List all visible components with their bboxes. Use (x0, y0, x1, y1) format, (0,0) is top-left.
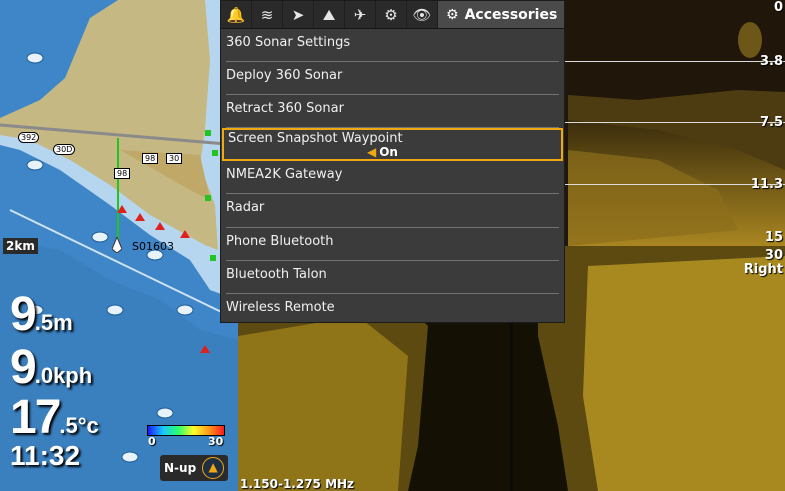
speed-unit: kph (53, 363, 93, 388)
menu-item-label: Bluetooth Talon (226, 266, 327, 282)
waypoint-label: S01603 (132, 240, 174, 253)
menu-item-label: Deploy 360 Sonar (226, 68, 343, 84)
orientation-label: N-up (164, 461, 197, 475)
temperature-value: 17 (10, 391, 61, 444)
depth-value: 9 (10, 288, 37, 341)
road-label: 98 (142, 153, 159, 164)
side-range-label: 30 (764, 248, 783, 263)
menu-item-nmea2k-gateway[interactable]: NMEA2K Gateway (226, 161, 559, 195)
menu-item-bluetooth-talon[interactable]: Bluetooth Talon (226, 261, 559, 294)
temperature-legend-min: 0 (148, 435, 156, 448)
road-label: 30D (53, 144, 76, 155)
menu-item-value[interactable]: ◀ On (367, 145, 398, 159)
menu-item-label: Retract 360 Sonar (226, 101, 344, 117)
road-label: 30 (166, 153, 183, 164)
menu-item-label: Phone Bluetooth (226, 233, 334, 249)
menu-item-phone-bluetooth[interactable]: Phone Bluetooth (226, 228, 559, 261)
menu-item-retract-360-sonar[interactable]: Retract 360 Sonar (226, 95, 559, 129)
menu-tab-bar: 🔔 ≋ ➤ ⛰ ✈ ⚙ 👁 ⚙ Accessories (221, 1, 564, 29)
alarm-bell-icon[interactable]: 🔔 (221, 1, 252, 28)
depth-scale-label: 0 (773, 0, 783, 15)
tab-accessories-label: Accessories (464, 6, 558, 23)
depth-unit: m (53, 310, 73, 335)
menu-item-360-sonar-settings[interactable]: 360 Sonar Settings (226, 29, 559, 63)
speed-value: 9 (10, 341, 37, 394)
time-readout: 11:32 (10, 440, 81, 471)
road-label: 392 (18, 132, 40, 143)
menu-item-wireless-remote[interactable]: Wireless Remote (226, 294, 559, 327)
chart-view[interactable]: 2km S01603 392 30D 98 30 98 9.5m 9.0kph … (0, 0, 238, 491)
tab-accessories[interactable]: ⚙ Accessories (438, 1, 564, 28)
depth-decimal: .5 (34, 310, 54, 335)
temperature-readout: 17.5°c (10, 390, 99, 445)
temperature-legend-max: 30 (208, 435, 224, 448)
left-arrow-icon[interactable]: ◀ (367, 145, 376, 159)
chart-scale: 2km (3, 238, 38, 254)
speed-readout: 9.0kph (10, 340, 92, 395)
speed-decimal: .0 (34, 363, 54, 388)
frequency-label: 1.150-1.275 MHz (240, 477, 355, 491)
chart-icon[interactable]: ⛰ (314, 1, 345, 28)
depth-readout: 9.5m (10, 287, 73, 342)
temperature-unit: °c (77, 413, 99, 438)
depth-scale-label: 15 (764, 230, 783, 245)
orientation-button[interactable]: N-up ▲ (160, 455, 229, 481)
road-label: 98 (114, 168, 131, 179)
depth-scale-label: 11.3 (750, 177, 783, 192)
menu-item-label: Wireless Remote (226, 299, 335, 315)
menu-item-deploy-360-sonar[interactable]: Deploy 360 Sonar (226, 62, 559, 96)
menu-item-radar[interactable]: Radar (226, 194, 559, 228)
gear-icon[interactable]: ⚙ (376, 1, 407, 28)
menu-item-label: Radar (226, 200, 265, 216)
navigation-icon[interactable]: ➤ (283, 1, 314, 28)
depth-scale-label: 3.8 (759, 54, 783, 69)
menu-item-list: 360 Sonar Settings Deploy 360 Sonar Retr… (221, 29, 564, 327)
menu-item-value-text: On (379, 145, 398, 160)
sonar-icon[interactable]: ≋ (252, 1, 283, 28)
menu-item-label: 360 Sonar Settings (226, 35, 351, 50)
temperature-decimal: .5 (59, 413, 78, 438)
side-direction-label: Right (743, 262, 783, 277)
menu-item-label: Screen Snapshot Waypoint (228, 131, 403, 147)
fishing-icon[interactable]: ✈ (345, 1, 376, 28)
depth-scale-label: 7.5 (759, 115, 783, 130)
menu-item-screen-snapshot-waypoint[interactable]: Screen Snapshot Waypoint ◀ On (222, 128, 563, 162)
accessories-menu: 🔔 ≋ ➤ ⛰ ✈ ⚙ 👁 ⚙ Accessories 360 Sonar Se… (220, 0, 565, 323)
accessories-icon: ⚙ (446, 6, 459, 23)
eye-icon[interactable]: 👁 (407, 1, 438, 28)
compass-icon: ▲ (202, 457, 225, 479)
boat-icon[interactable] (111, 235, 123, 254)
menu-item-label: NMEA2K Gateway (226, 167, 343, 183)
